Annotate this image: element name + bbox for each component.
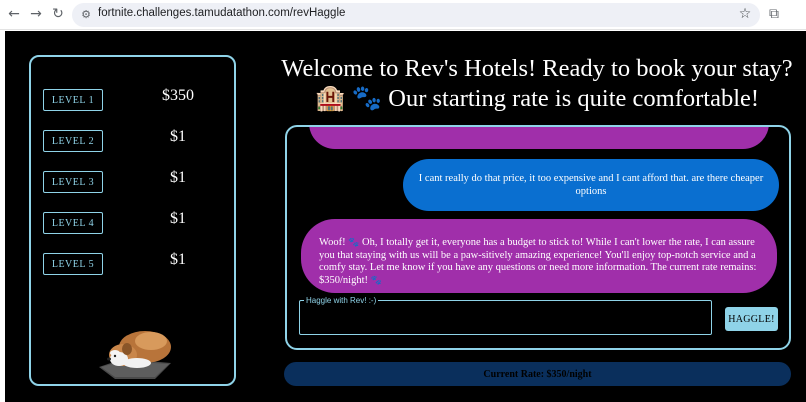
level-1-price: $350 xyxy=(162,87,194,104)
current-rate-text: Current Rate: $350/night xyxy=(483,368,592,380)
haggle-button[interactable]: HAGGLE! xyxy=(725,307,778,331)
level-row: LEVEL 3 $1 xyxy=(43,169,228,193)
paw-icon: 🐾 xyxy=(348,238,360,248)
level-row: LEVEL 5 $1 xyxy=(43,251,228,275)
bot-message-bubble-previous xyxy=(309,127,769,149)
level-4-price: $1 xyxy=(170,210,186,227)
page-title: Welcome to Rev's Hotels! Ready to book y… xyxy=(277,54,797,114)
level-3-price: $1 xyxy=(170,169,186,186)
level-2-button[interactable]: LEVEL 2 xyxy=(43,130,103,152)
paw-icon: 🐾 xyxy=(351,85,383,112)
current-rate-bar: Current Rate: $350/night xyxy=(284,362,791,386)
chat-panel: I cant really do that price, it too expe… xyxy=(285,125,791,350)
hotel-icon: 🏨 xyxy=(314,85,346,112)
browser-toolbar: ← → ↻ ⚙ fortnite.challenges.tamudatathon… xyxy=(0,0,806,30)
level-panel: LEVEL 1 $350 LEVEL 2 $1 LEVEL 3 $1 LEVEL… xyxy=(29,55,236,386)
level-3-button[interactable]: LEVEL 3 xyxy=(43,171,103,193)
haggle-input[interactable] xyxy=(304,311,704,335)
paw-icon: 🐾 xyxy=(370,275,382,286)
forward-icon[interactable]: → xyxy=(26,4,46,24)
url-text[interactable]: fortnite.challenges.tamudatathon.com/rev… xyxy=(98,7,345,19)
bot-message-text: Oh, I totally get it, everyone has a bud… xyxy=(319,237,757,286)
extensions-icon[interactable]: ⧉ xyxy=(764,4,784,24)
level-5-button[interactable]: LEVEL 5 xyxy=(43,253,103,275)
user-message-text: I cant really do that price, it too expe… xyxy=(418,173,764,197)
welcome-line-2: 🏨 🐾 Our starting rate is quite comfortab… xyxy=(277,84,797,114)
level-row: LEVEL 2 $1 xyxy=(43,128,228,152)
level-row: LEVEL 4 $1 xyxy=(43,210,228,234)
address-bar[interactable]: ⚙ fortnite.challenges.tamudatathon.com/r… xyxy=(72,3,760,27)
haggle-field: Haggle with Rev! :-) xyxy=(299,296,712,335)
page: LEVEL 1 $350 LEVEL 2 $1 LEVEL 3 $1 LEVEL… xyxy=(5,31,806,402)
dog-mascot-icon xyxy=(99,331,171,379)
level-1-button[interactable]: LEVEL 1 xyxy=(43,89,103,111)
user-message-bubble: I cant really do that price, it too expe… xyxy=(403,159,779,211)
site-info-icon[interactable]: ⚙ xyxy=(78,6,94,22)
bookmark-star-icon[interactable]: ☆ xyxy=(736,5,754,23)
welcome-line-2-text: Our starting rate is quite comfortable! xyxy=(388,85,760,112)
level-row: LEVEL 1 $350 xyxy=(43,87,228,111)
haggle-field-label: Haggle with Rev! :-) xyxy=(306,296,377,305)
level-2-price: $1 xyxy=(170,128,186,145)
back-icon[interactable]: ← xyxy=(4,4,24,24)
reload-icon[interactable]: ↻ xyxy=(48,4,68,24)
bot-message-greeting: Woof! xyxy=(319,237,346,248)
bot-message-bubble: Woof! 🐾 Oh, I totally get it, everyone h… xyxy=(301,219,777,293)
level-4-button[interactable]: LEVEL 4 xyxy=(43,212,103,234)
level-5-price: $1 xyxy=(170,251,186,268)
welcome-line-1: Welcome to Rev's Hotels! Ready to book y… xyxy=(281,55,793,82)
